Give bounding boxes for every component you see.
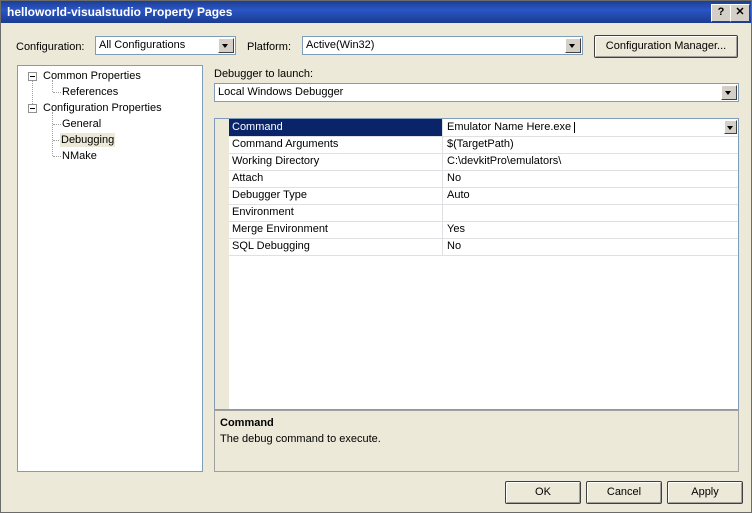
debugger-value: Local Windows Debugger bbox=[218, 86, 344, 98]
property-name: Command Arguments bbox=[229, 136, 443, 153]
configuration-dropdown[interactable]: All Configurations bbox=[95, 36, 236, 55]
collapse-icon[interactable] bbox=[28, 72, 37, 81]
table-row[interactable]: Attach No bbox=[229, 170, 738, 188]
description-title: Command bbox=[220, 417, 274, 429]
apply-button[interactable]: Apply bbox=[667, 481, 743, 504]
title-bar: helloworld-visualstudio Property Pages ?… bbox=[1, 1, 751, 23]
table-row[interactable]: Merge Environment Yes bbox=[229, 221, 738, 239]
property-name: Debugger Type bbox=[229, 187, 443, 204]
property-value[interactable]: Auto bbox=[444, 187, 738, 204]
table-row[interactable]: Environment bbox=[229, 204, 738, 222]
property-value[interactable]: Yes bbox=[444, 221, 738, 238]
table-row[interactable]: Command Arguments $(TargetPath) bbox=[229, 136, 738, 154]
collapse-icon[interactable] bbox=[28, 104, 37, 113]
platform-dropdown[interactable]: Active(Win32) bbox=[302, 36, 583, 55]
table-row[interactable]: Command Emulator Name Here.exe bbox=[229, 119, 738, 137]
chevron-down-icon[interactable] bbox=[218, 38, 234, 53]
ok-button[interactable]: OK bbox=[505, 481, 581, 504]
platform-label: Platform: bbox=[247, 41, 292, 53]
help-button[interactable]: ? bbox=[711, 4, 731, 22]
property-tree: Common Properties References Configurati… bbox=[17, 65, 203, 472]
platform-value: Active(Win32) bbox=[306, 39, 375, 51]
property-grid: Command Emulator Name Here.exe Command A… bbox=[214, 118, 739, 410]
text-cursor bbox=[574, 121, 576, 133]
property-value[interactable]: $(TargetPath) bbox=[444, 136, 738, 153]
tree-item-configuration-properties[interactable]: Configuration Properties bbox=[43, 102, 162, 114]
property-name: Attach bbox=[229, 170, 443, 187]
property-value[interactable]: Emulator Name Here.exe bbox=[444, 119, 738, 136]
table-row[interactable]: Working Directory C:\devkitPro\emulators… bbox=[229, 153, 738, 171]
configuration-manager-button[interactable]: Configuration Manager... bbox=[594, 35, 738, 58]
tree-item-common-properties[interactable]: Common Properties bbox=[43, 70, 141, 82]
property-value[interactable]: C:\devkitPro\emulators\ bbox=[444, 153, 738, 170]
table-row[interactable]: Debugger Type Auto bbox=[229, 187, 738, 205]
property-name: Merge Environment bbox=[229, 221, 443, 238]
property-pages-dialog: helloworld-visualstudio Property Pages ?… bbox=[0, 0, 752, 513]
chevron-down-icon[interactable] bbox=[721, 85, 737, 100]
grid-gutter bbox=[215, 119, 229, 409]
description-text: The debug command to execute. bbox=[220, 433, 381, 445]
close-icon: ✕ bbox=[735, 6, 745, 18]
configuration-label: Configuration: bbox=[16, 41, 85, 53]
property-name: SQL Debugging bbox=[229, 238, 443, 255]
property-value[interactable]: No bbox=[444, 238, 738, 255]
description-pane: Command The debug command to execute. bbox=[214, 410, 739, 472]
property-name: Working Directory bbox=[229, 153, 443, 170]
property-name: Environment bbox=[229, 204, 443, 221]
help-icon: ? bbox=[717, 6, 725, 18]
tree-item-references[interactable]: References bbox=[62, 86, 118, 98]
tree-item-general[interactable]: General bbox=[62, 118, 101, 130]
cancel-button[interactable]: Cancel bbox=[586, 481, 662, 504]
table-row[interactable]: SQL Debugging No bbox=[229, 238, 738, 256]
property-value[interactable] bbox=[444, 204, 738, 221]
chevron-down-icon[interactable] bbox=[565, 38, 581, 53]
command-value[interactable]: Emulator Name Here.exe bbox=[447, 121, 571, 133]
debugger-dropdown[interactable]: Local Windows Debugger bbox=[214, 83, 739, 102]
property-value[interactable]: No bbox=[444, 170, 738, 187]
tree-item-debugging[interactable]: Debugging bbox=[60, 133, 116, 147]
property-name: Command bbox=[229, 119, 443, 136]
configuration-value: All Configurations bbox=[99, 39, 186, 51]
debugger-to-launch-label: Debugger to launch: bbox=[214, 68, 314, 80]
close-button[interactable]: ✕ bbox=[730, 4, 750, 22]
window-title: helloworld-visualstudio Property Pages bbox=[7, 5, 233, 19]
chevron-down-icon[interactable] bbox=[724, 120, 737, 134]
tree-item-nmake[interactable]: NMake bbox=[62, 150, 97, 162]
